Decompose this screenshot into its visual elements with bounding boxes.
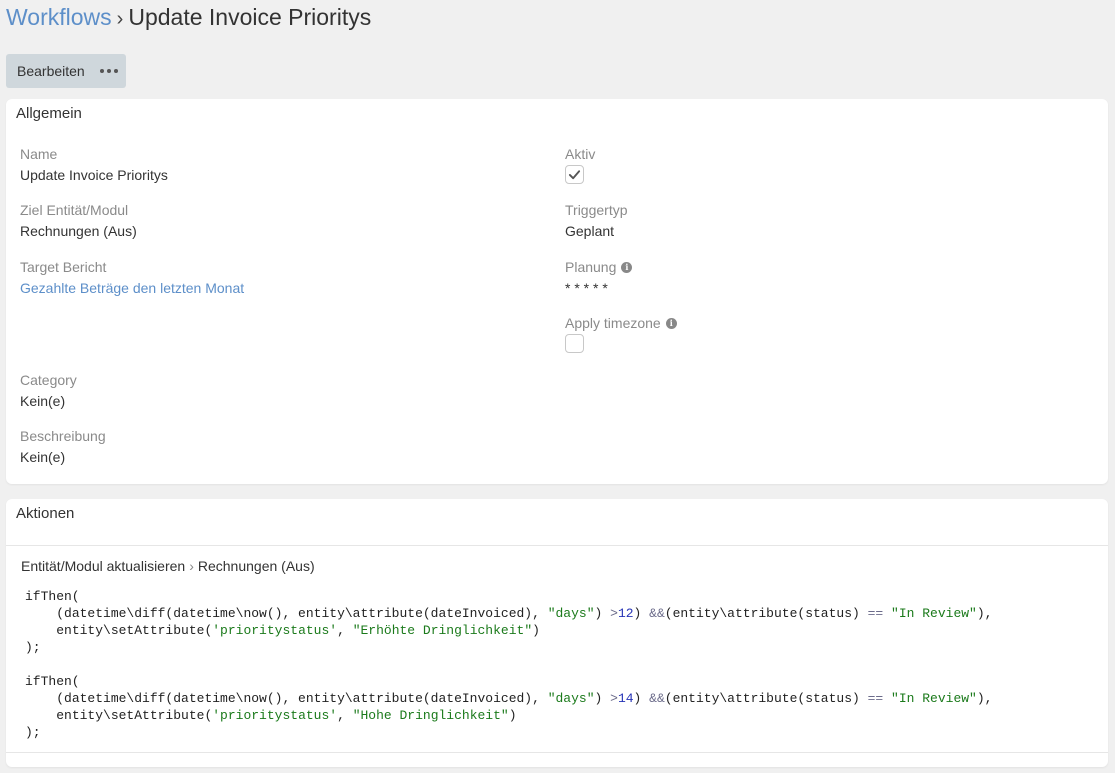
schedule-field: Planung i * * * * *: [565, 259, 633, 296]
action-button-group: Bearbeiten: [6, 54, 126, 88]
description-label: Beschreibung: [20, 428, 106, 444]
toolbar: Bearbeiten: [6, 54, 126, 88]
target-entity-field: Ziel Entität/Modul Rechnungen (Aus): [20, 202, 137, 239]
timezone-field: Apply timezone i: [565, 315, 677, 353]
schedule-value: * * * * *: [565, 280, 608, 296]
name-label: Name: [20, 146, 58, 162]
category-field: Category Kein(e): [20, 372, 77, 409]
actions-divider: [6, 545, 1108, 546]
name-field: Name Update Invoice Prioritys: [20, 146, 168, 183]
target-report-link[interactable]: Gezahlte Beträge den letzten Monat: [20, 280, 244, 296]
category-value: Kein(e): [20, 393, 66, 409]
more-actions-button[interactable]: [96, 54, 126, 88]
category-label: Category: [20, 372, 77, 388]
actions-panel: Aktionen Entität/Modul aktualisieren › Rec…: [6, 499, 1108, 767]
schedule-label-row: Planung i: [565, 259, 633, 275]
general-panel: Allgemein Name Update Invoice Prioritys …: [6, 99, 1108, 484]
active-checkbox[interactable]: [565, 165, 584, 184]
actions-bottom-divider: [6, 752, 1108, 753]
triggertype-field: Triggertyp Geplant: [565, 202, 628, 239]
timezone-label: Apply timezone: [565, 315, 661, 331]
checkmark-icon: [568, 170, 581, 180]
breadcrumb-separator: ›: [116, 8, 124, 30]
active-field: Aktiv: [565, 146, 595, 184]
breadcrumb-workflows-link[interactable]: Workflows: [6, 4, 112, 30]
name-value: Update Invoice Prioritys: [20, 167, 168, 183]
action-header: Entität/Modul aktualisieren › Rechnungen (…: [21, 558, 315, 574]
target-report-field: Target Bericht Gezahlte Beträge den letz…: [20, 259, 244, 296]
triggertype-label: Triggertyp: [565, 202, 628, 218]
page-title: Update Invoice Prioritys: [128, 4, 372, 30]
description-field: Beschreibung Kein(e): [20, 428, 106, 465]
actions-panel-title: Aktionen: [16, 505, 75, 522]
timezone-checkbox[interactable]: [565, 334, 584, 353]
triggertype-value: Geplant: [565, 223, 615, 239]
description-value: Kein(e): [20, 449, 66, 465]
schedule-label: Planung: [565, 259, 617, 275]
code-fn: ifThen(: [25, 589, 80, 604]
target-entity-label: Ziel Entität/Modul: [20, 202, 129, 218]
target-entity-value: Rechnungen (Aus): [20, 223, 137, 239]
info-icon[interactable]: i: [665, 317, 677, 329]
action-target: Rechnungen (Aus): [197, 558, 315, 574]
edit-button[interactable]: Bearbeiten: [6, 54, 96, 88]
general-panel-title: Allgemein: [16, 105, 82, 122]
timezone-label-row: Apply timezone i: [565, 315, 677, 331]
info-icon[interactable]: i: [621, 261, 633, 273]
action-separator: ›: [189, 558, 194, 574]
breadcrumb: Workflows › Update Invoice Prioritys: [6, 3, 371, 33]
formula-code-block: ifThen( (datetime\diff(datetime\now(), e…: [25, 589, 993, 740]
more-dots-icon: [99, 69, 118, 73]
target-report-label: Target Bericht: [20, 259, 107, 275]
action-type: Entität/Modul aktualisieren: [21, 558, 186, 574]
active-label: Aktiv: [565, 146, 596, 162]
